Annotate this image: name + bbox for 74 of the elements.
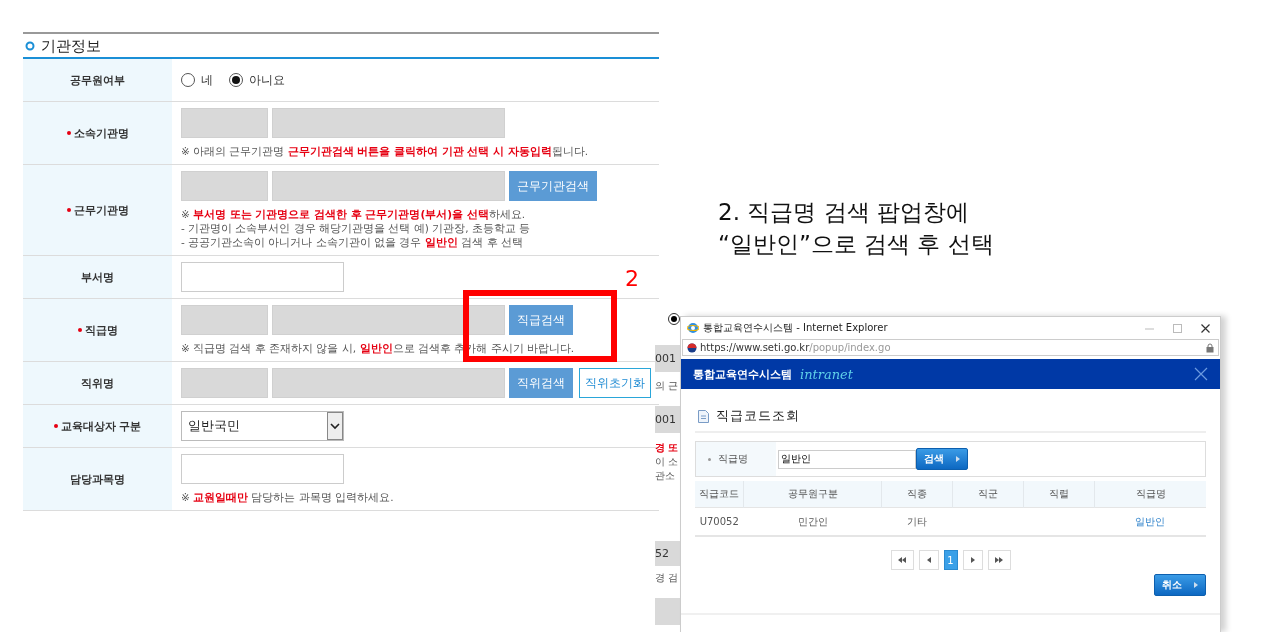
search-button[interactable]: 직위초기화	[579, 368, 651, 398]
input-field	[655, 598, 680, 625]
cancel-button[interactable]: 취소	[1154, 574, 1206, 596]
radio-button[interactable]	[181, 73, 195, 87]
input-field[interactable]	[181, 454, 344, 484]
chevron-icon	[1194, 582, 1198, 588]
field-label: 직급명	[696, 452, 776, 466]
field-label: 직급명	[84, 322, 118, 338]
pagination-button[interactable]	[962, 550, 983, 570]
close-icon[interactable]	[1201, 323, 1210, 333]
help-note: ※ 교원일때만 담당하는 과목명 입력하세요.	[181, 490, 395, 504]
window-title: 통합교육연수시스템 - Internet Explorer	[703, 321, 888, 335]
help-note: 이 소	[655, 455, 679, 469]
page-number[interactable]: 1	[943, 550, 958, 570]
field-label: 근무기관명	[73, 202, 129, 218]
help-note: ※ 아래의 근무기관명 근무기관검색 버튼을 클릭하여 기관 선택 시 자동입력됩니다.	[181, 144, 590, 158]
annotation-text: “일반인”으로 검색 후 선택	[718, 230, 994, 259]
help-note: ※ 부서명 또는 기관명으로 검색한 후 근무기관명(부서)을 선택하세요.	[181, 207, 526, 221]
column-header: 직군	[952, 481, 1024, 508]
next-page-icon	[968, 557, 977, 563]
field-label: 담당과목명	[70, 471, 125, 487]
table-cell: 기타	[907, 515, 927, 527]
link[interactable]: 일반인	[1135, 515, 1166, 527]
input-field: 001	[655, 345, 680, 372]
help-note: 경 검	[655, 571, 679, 585]
address-bar[interactable]: https://www.seti.go.kr/popup/index.go	[682, 339, 1219, 356]
brand-name: 통합교육연수시스템	[693, 366, 792, 382]
search-button[interactable]: 검색	[916, 448, 968, 470]
field-label: 공무원여부	[70, 72, 125, 88]
document-icon	[698, 409, 709, 423]
input-field: 52	[655, 541, 680, 566]
url-text: https://www.seti.go.kr/popup/index.go	[700, 342, 891, 353]
help-note: 의 근	[655, 379, 679, 393]
column-header: 공무원구분	[743, 481, 882, 508]
pagination-button[interactable]	[987, 550, 1011, 570]
pagination-button[interactable]	[918, 550, 939, 570]
browser-icon	[687, 322, 699, 334]
section-title: 기관정보	[41, 36, 101, 55]
table-cell: 민간인	[797, 515, 828, 527]
help-note: 관소	[655, 469, 675, 483]
bullet-icon	[25, 40, 35, 51]
input-field: 001	[655, 406, 680, 433]
brand-tagline: intranet	[800, 366, 853, 382]
help-note: - 공공기관소속이 아니거나 소속기관이 없을 경우 일반인 검색 후 선택	[181, 235, 524, 249]
field-label: 부서명	[81, 269, 114, 285]
step-number: 2	[625, 266, 639, 291]
column-header: 직종	[881, 481, 953, 508]
help-note: - 기관명이 소속부서인 경우 해당기관명을 선택 예) 기관장, 초등학교 등	[181, 221, 532, 235]
field-label: 소속기관명	[73, 125, 129, 141]
caret-icon	[327, 412, 343, 440]
site-icon	[687, 342, 697, 353]
search-button[interactable]: 근무기관검색	[509, 171, 597, 201]
search-field[interactable]: 일반인	[778, 449, 916, 469]
field-label: 교육대상자 구분	[60, 418, 142, 434]
pagination-button[interactable]	[890, 550, 914, 570]
search-button[interactable]: 직급검색	[509, 305, 573, 335]
chevron-icon	[956, 456, 960, 462]
radio-label[interactable]: 네	[201, 71, 213, 89]
lock-icon	[1206, 342, 1214, 353]
radio-label[interactable]: 아니요	[249, 71, 285, 89]
search-button[interactable]: 직위검색	[509, 368, 573, 398]
annotation-text: 2. 직급명 검색 팝업창에	[718, 198, 970, 227]
table-cell: U70052	[699, 516, 739, 527]
radio-button[interactable]	[229, 73, 243, 87]
page-title: 직급코드조회	[716, 407, 800, 425]
input-field[interactable]	[181, 262, 344, 292]
column-header: 직급코드	[695, 481, 744, 508]
field-label: 직위명	[81, 375, 114, 391]
help-note: 경 또	[655, 441, 679, 455]
first-page-icon	[898, 557, 906, 563]
column-header: 직렬	[1023, 481, 1095, 508]
last-page-icon	[995, 557, 1003, 563]
select-field[interactable]: 일반국민	[181, 411, 344, 441]
column-header: 직급명	[1094, 481, 1206, 508]
